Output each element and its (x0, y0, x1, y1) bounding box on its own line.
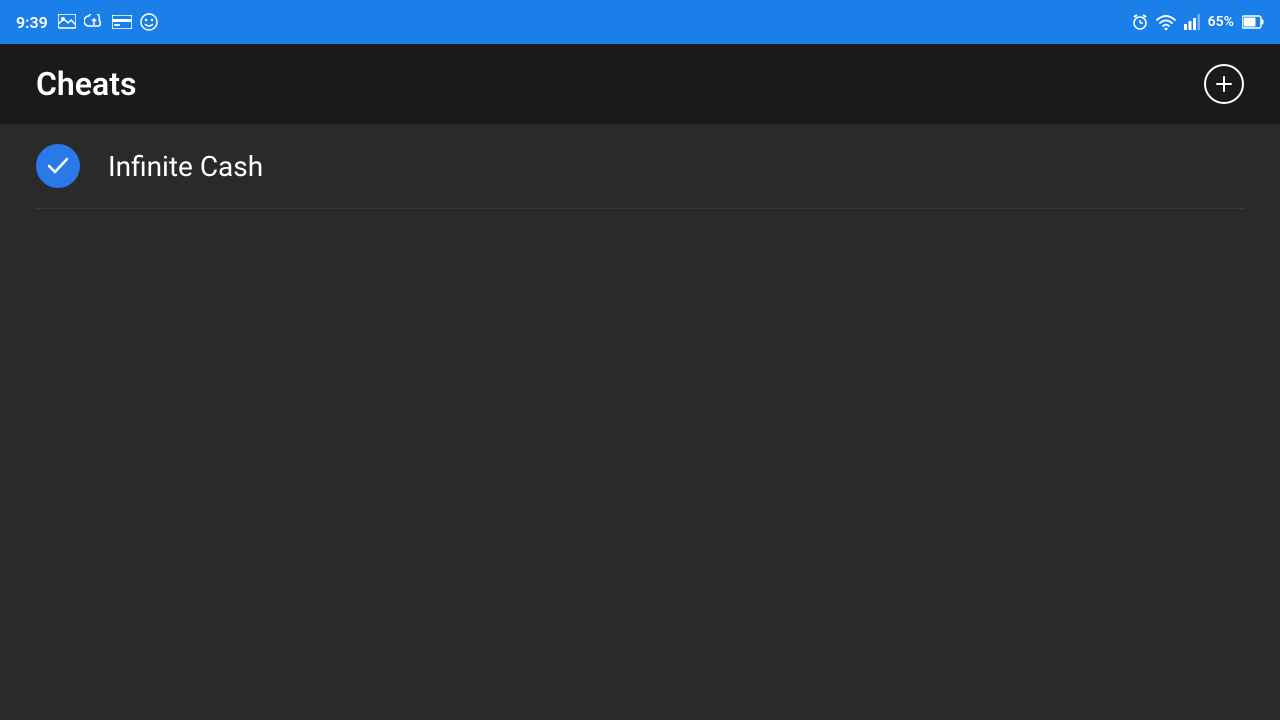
card-icon (112, 15, 132, 29)
cheat-label: Infinite Cash (108, 150, 263, 183)
image-icon (58, 14, 76, 30)
add-cheat-button[interactable] (1204, 64, 1244, 104)
status-time: 9:39 (16, 13, 48, 32)
face-icon (140, 13, 158, 31)
checkmark-icon (47, 157, 69, 175)
battery-icon (1242, 15, 1264, 29)
cloud-sync-icon (84, 14, 104, 30)
status-bar-left: 9:39 (16, 13, 158, 32)
wifi-icon (1156, 14, 1176, 30)
cheats-list: Infinite Cash (0, 124, 1280, 209)
signal-icon (1184, 14, 1200, 30)
status-bar-right: 65% (1132, 13, 1264, 31)
plus-icon (1212, 72, 1236, 96)
alarm-icon (1132, 13, 1148, 31)
cheat-enabled-toggle[interactable] (36, 144, 80, 188)
battery-percentage: 65% (1208, 14, 1234, 30)
list-item[interactable]: Infinite Cash (0, 124, 1280, 208)
status-bar: 9:39 (0, 0, 1280, 44)
page-title: Cheats (36, 65, 136, 103)
list-divider (36, 208, 1244, 209)
status-icons (58, 13, 158, 31)
header: Cheats (0, 44, 1280, 124)
